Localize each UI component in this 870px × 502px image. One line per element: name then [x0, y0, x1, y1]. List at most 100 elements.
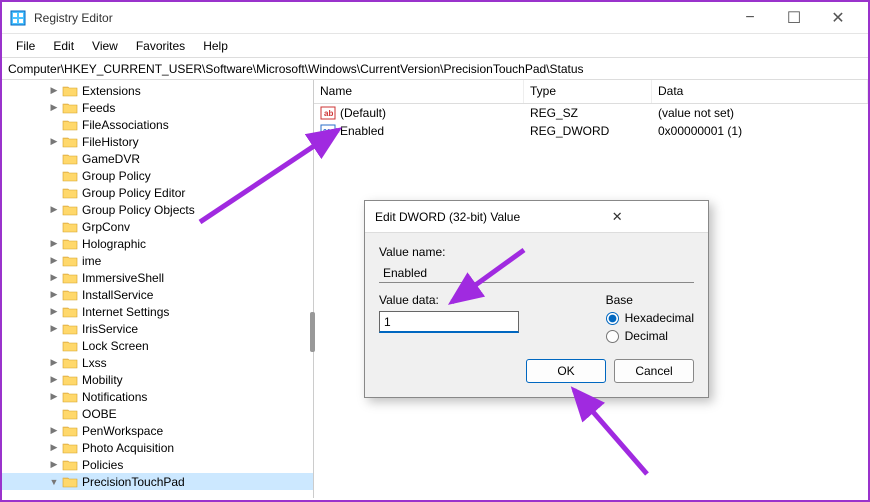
tree-item[interactable]: ▶ImmersiveShell	[2, 269, 313, 286]
tree-item[interactable]: ▶ Extensions	[2, 82, 313, 99]
value-name-label: Value name:	[379, 245, 694, 259]
tree-panel[interactable]: ▶ Extensions ▶ FeedsFileAssociations▶FileHi…	[2, 80, 314, 498]
tree-item[interactable]: ▶ Notifications	[2, 388, 313, 405]
ok-button[interactable]: OK	[526, 359, 606, 383]
chevron-right-icon[interactable]: ▶	[48, 85, 60, 97]
menu-help[interactable]: Help	[195, 37, 236, 55]
folder-icon	[62, 390, 78, 404]
chevron-right-icon[interactable]: ▶	[48, 255, 60, 267]
radio-hex-input[interactable]	[606, 312, 619, 325]
tree-item[interactable]: ▶ Holographic	[2, 235, 313, 252]
close-button[interactable]: ✕	[816, 4, 860, 32]
tree-item[interactable]: ▶ Group Policy Objects	[2, 201, 313, 218]
folder-icon	[62, 322, 78, 336]
folder-icon	[62, 254, 78, 268]
reg-string-icon: ab	[320, 105, 336, 121]
regedit-icon	[10, 10, 26, 26]
tree-item[interactable]: Lock Screen	[2, 337, 313, 354]
tree-item-label: Group Policy	[82, 169, 151, 183]
menu-edit[interactable]: Edit	[45, 37, 82, 55]
radio-dec-input[interactable]	[606, 330, 619, 343]
value-data-field[interactable]	[379, 311, 519, 333]
tree-item[interactable]: ▶ Internet Settings	[2, 303, 313, 320]
chevron-right-icon[interactable]: ▶	[48, 391, 60, 403]
chevron-right-icon[interactable]: ▶	[48, 357, 60, 369]
col-header-type[interactable]: Type	[524, 80, 652, 103]
value-name: (Default)	[340, 106, 386, 120]
tree-item[interactable]: GameDVR	[2, 150, 313, 167]
dialog-titlebar[interactable]: Edit DWORD (32-bit) Value ✕	[365, 201, 708, 233]
folder-icon	[62, 101, 78, 115]
splitter-handle[interactable]	[310, 312, 315, 352]
tree-item[interactable]: ▶ime	[2, 252, 313, 269]
value-name-field[interactable]	[379, 263, 694, 283]
tree-item[interactable]: ▶ InstallService	[2, 286, 313, 303]
chevron-right-icon[interactable]: ▶	[48, 102, 60, 114]
cancel-button[interactable]: Cancel	[614, 359, 694, 383]
tree-item-label: Extensions	[82, 84, 141, 98]
menubar: File Edit View Favorites Help	[2, 34, 868, 58]
chevron-right-icon[interactable]: ▶	[48, 306, 60, 318]
address-bar[interactable]: Computer\HKEY_CURRENT_USER\Software\Micr…	[2, 58, 868, 80]
dialog-title: Edit DWORD (32-bit) Value	[375, 210, 537, 224]
tree-item-label: Holographic	[82, 237, 146, 251]
chevron-right-icon[interactable]: ▶	[48, 374, 60, 386]
chevron-right-icon[interactable]: ▶	[48, 289, 60, 301]
tree-item-label: Group Policy Objects	[82, 203, 195, 217]
menu-favorites[interactable]: Favorites	[128, 37, 193, 55]
menu-view[interactable]: View	[84, 37, 126, 55]
dialog-close-button[interactable]: ✕	[537, 207, 699, 227]
tree-item-label: Internet Settings	[82, 305, 169, 319]
tree-item-label: Feeds	[82, 101, 115, 115]
tree-item-label: Mobility	[82, 373, 123, 387]
list-row[interactable]: ab(Default)REG_SZ(value not set)	[314, 104, 868, 122]
tree-item[interactable]: Group Policy	[2, 167, 313, 184]
chevron-right-icon[interactable]: ▶	[48, 238, 60, 250]
tree-item[interactable]: Group Policy Editor	[2, 184, 313, 201]
tree-item[interactable]: ▼PrecisionTouchPad	[2, 473, 313, 490]
tree-item[interactable]: ▶ Photo Acquisition	[2, 439, 313, 456]
menu-file[interactable]: File	[8, 37, 43, 55]
tree-item[interactable]: OOBE	[2, 405, 313, 422]
chevron-right-icon[interactable]: ▶	[48, 323, 60, 335]
value-data: 0x00000001 (1)	[652, 123, 868, 139]
folder-icon	[62, 118, 78, 132]
tree-item[interactable]: ▶FileHistory	[2, 133, 313, 150]
folder-icon	[62, 135, 78, 149]
radio-hex[interactable]: Hexadecimal	[606, 311, 694, 325]
minimize-button[interactable]: −	[728, 4, 772, 32]
folder-icon	[62, 271, 78, 285]
folder-icon	[62, 169, 78, 183]
tree-item[interactable]: ▶PenWorkspace	[2, 422, 313, 439]
col-header-name[interactable]: Name	[314, 80, 524, 103]
tree-item[interactable]: ▶ Mobility	[2, 371, 313, 388]
tree-item[interactable]: ▶ Feeds	[2, 99, 313, 116]
chevron-right-icon[interactable]: ▶	[48, 136, 60, 148]
tree-item-label: Photo Acquisition	[82, 441, 174, 455]
radio-dec[interactable]: Decimal	[606, 329, 694, 343]
svg-text:ab: ab	[324, 109, 333, 118]
chevron-down-icon[interactable]: ▼	[48, 476, 60, 488]
tree-item-label: GrpConv	[82, 220, 130, 234]
tree-item-label: Notifications	[82, 390, 147, 404]
chevron-right-icon[interactable]: ▶	[48, 425, 60, 437]
chevron-right-icon[interactable]: ▶	[48, 442, 60, 454]
value-type: REG_SZ	[524, 105, 652, 121]
list-row[interactable]: 011EnabledREG_DWORD0x00000001 (1)	[314, 122, 868, 140]
maximize-button[interactable]: ☐	[772, 4, 816, 32]
folder-icon	[62, 203, 78, 217]
chevron-right-icon[interactable]: ▶	[48, 459, 60, 471]
tree-item[interactable]: ▶Lxss	[2, 354, 313, 371]
svg-text:011: 011	[323, 129, 334, 136]
tree-item[interactable]: ▶Policies	[2, 456, 313, 473]
folder-icon	[62, 288, 78, 302]
col-header-data[interactable]: Data	[652, 80, 868, 103]
tree-item-label: InstallService	[82, 288, 153, 302]
tree-item[interactable]: ▶IrisService	[2, 320, 313, 337]
chevron-right-icon[interactable]: ▶	[48, 204, 60, 216]
chevron-right-icon[interactable]: ▶	[48, 272, 60, 284]
edit-dword-dialog: Edit DWORD (32-bit) Value ✕ Value name: …	[364, 200, 709, 398]
tree-item-label: OOBE	[82, 407, 117, 421]
tree-item[interactable]: GrpConv	[2, 218, 313, 235]
tree-item[interactable]: FileAssociations	[2, 116, 313, 133]
